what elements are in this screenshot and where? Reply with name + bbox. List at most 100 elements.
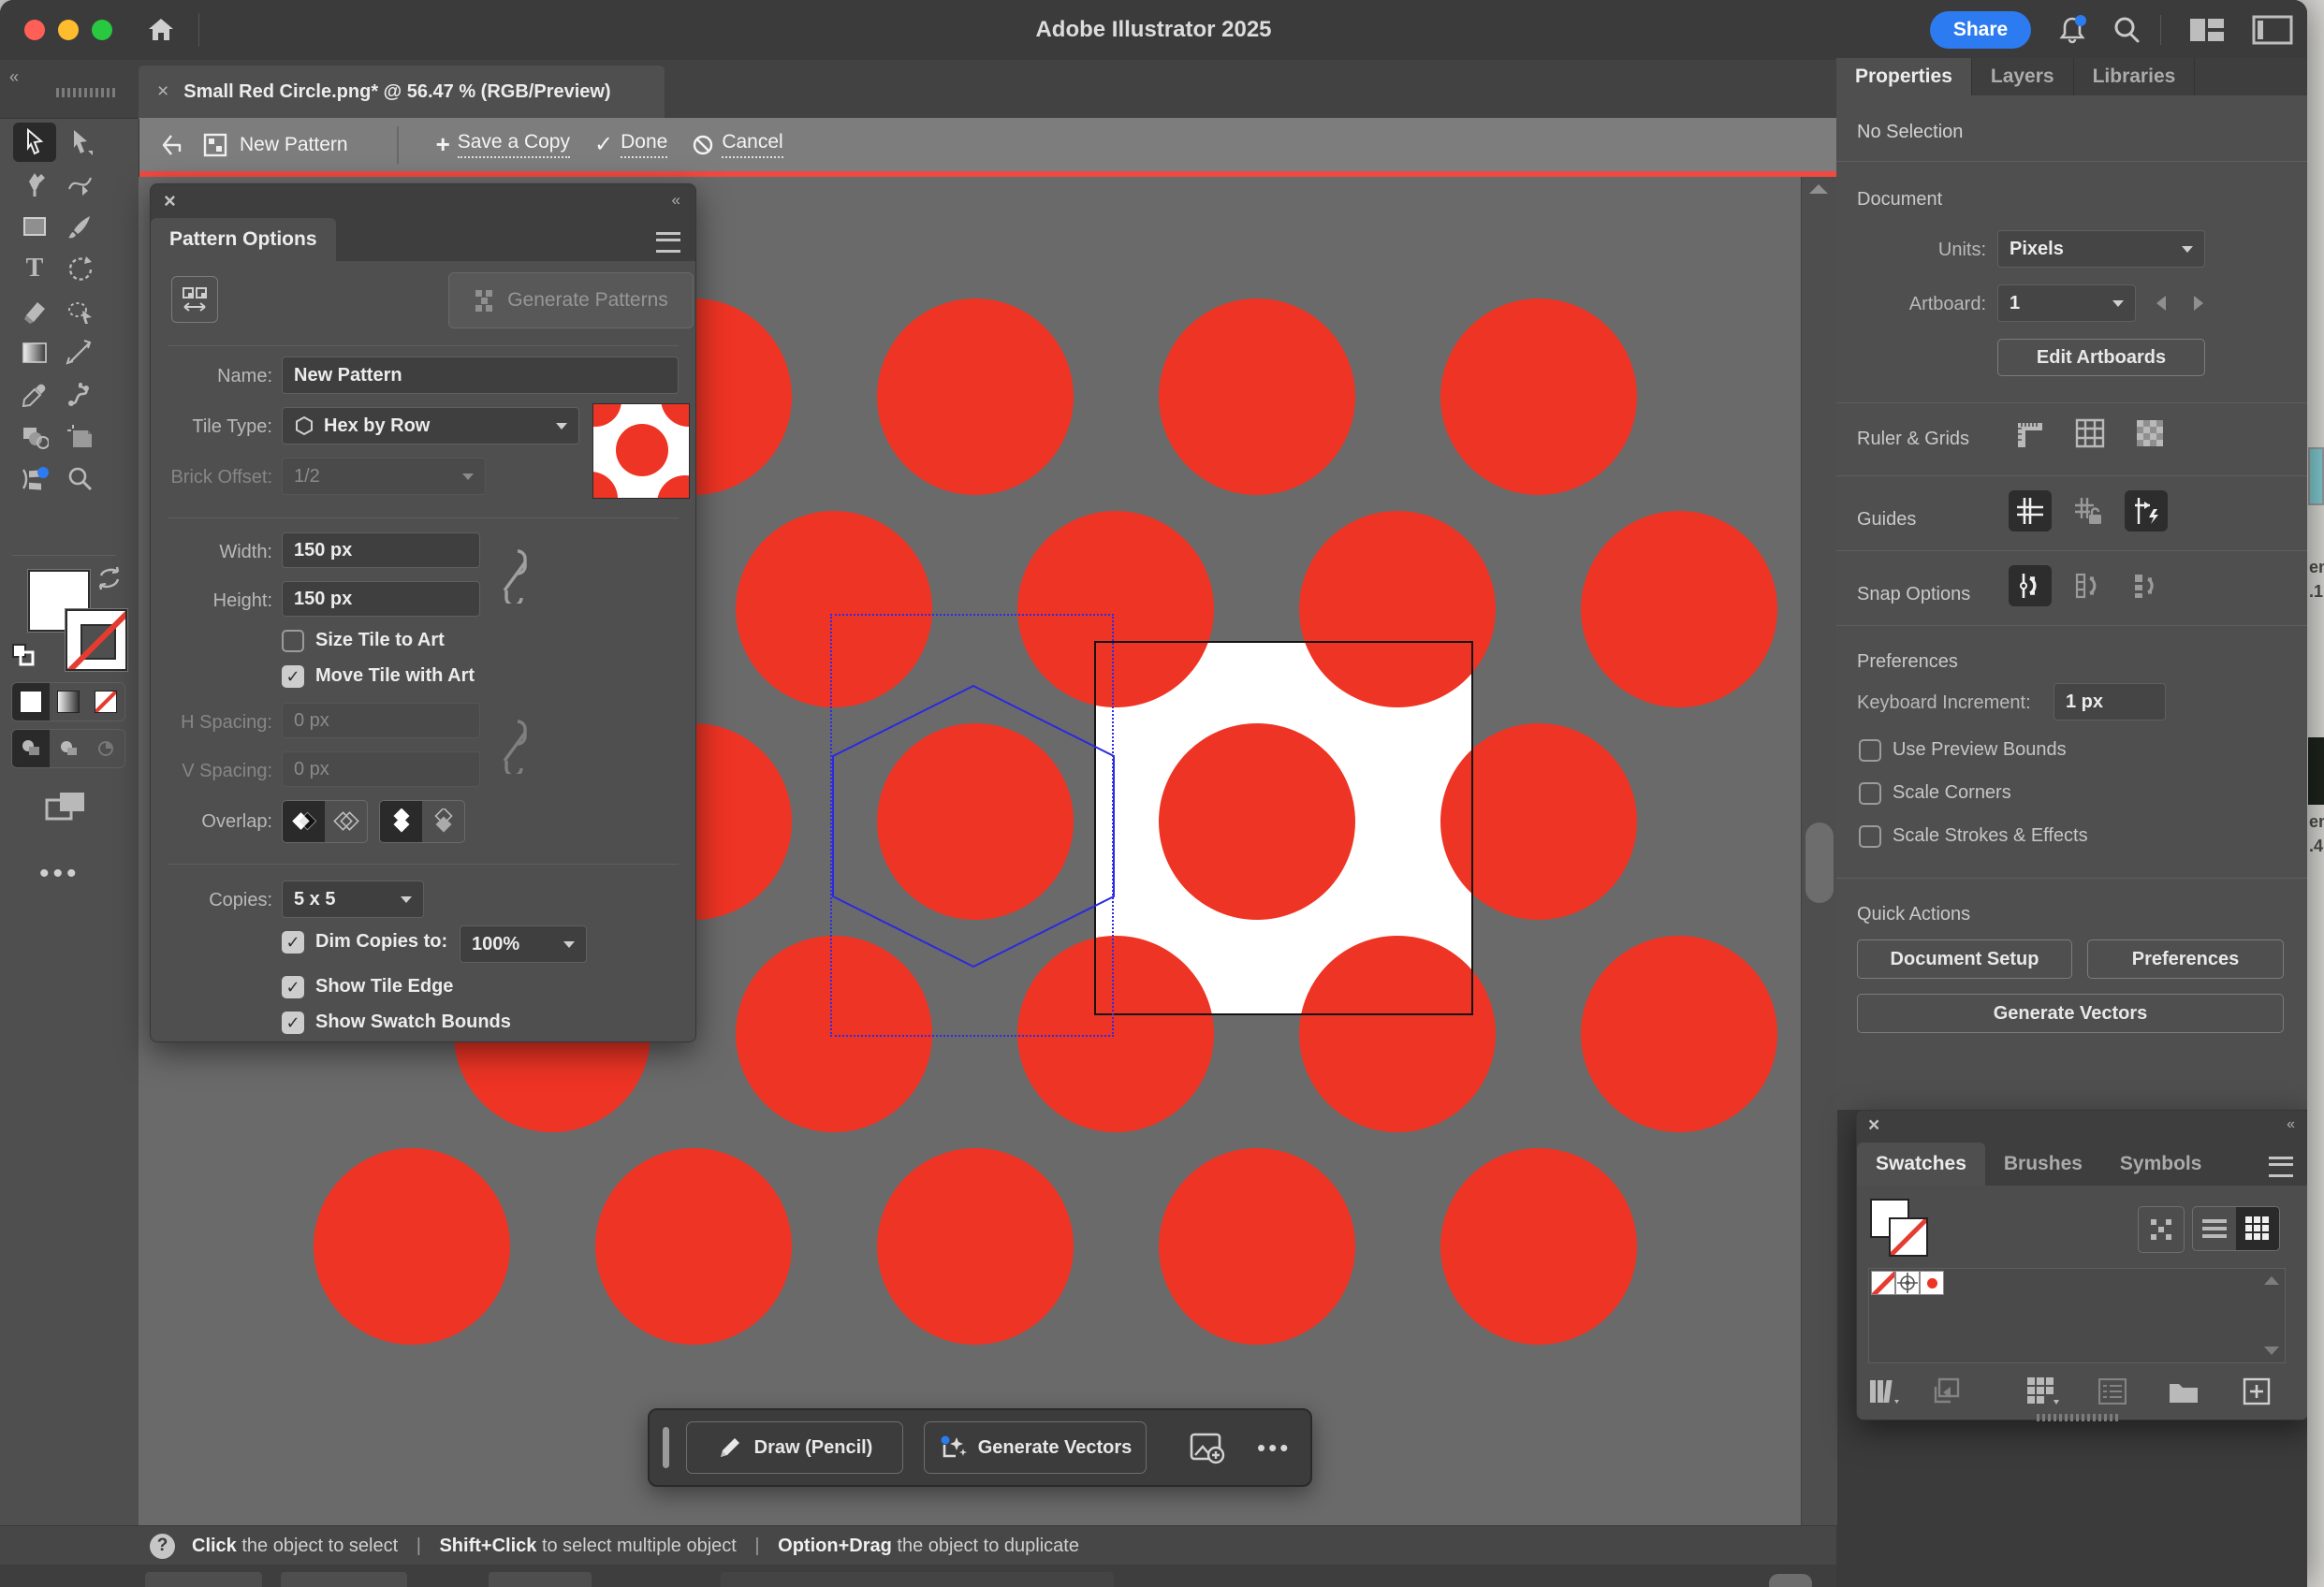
new-color-group-icon[interactable] <box>2168 1378 2200 1405</box>
dim-copies-checkbox[interactable]: ✓ <box>282 931 304 954</box>
search-icon[interactable] <box>2110 13 2143 47</box>
scale-corners-checkbox[interactable] <box>1859 782 1881 805</box>
panel-close-icon[interactable]: × <box>1868 1114 1879 1137</box>
swatch-kinds-menu-icon[interactable] <box>2027 1377 2061 1405</box>
none-mode-button[interactable] <box>87 683 124 721</box>
status-display-control[interactable] <box>721 1572 1114 1587</box>
preferences-button[interactable]: Preferences <box>2087 939 2284 979</box>
color-mode-button[interactable] <box>12 683 50 721</box>
new-swatch-icon[interactable] <box>2243 1377 2271 1405</box>
draw-behind-mode-button[interactable] <box>50 730 87 767</box>
draw-normal-mode-button[interactable] <box>12 730 50 767</box>
generate-vectors-button[interactable]: Generate Vectors <box>924 1421 1147 1474</box>
tab-properties[interactable]: Properties <box>1836 58 1971 95</box>
contextual-task-bar[interactable]: Draw (Pencil) Generate Vectors ••• <box>648 1408 1312 1487</box>
show-swatch-kinds-button[interactable] <box>2138 1206 2185 1253</box>
show-grid-icon[interactable] <box>2072 415 2108 451</box>
width-tool-icon[interactable] <box>58 333 101 372</box>
overlap-top-in-front-button[interactable] <box>380 801 422 842</box>
notifications-bell-icon[interactable] <box>2055 13 2089 47</box>
grid-view-button[interactable] <box>2236 1207 2279 1250</box>
units-select[interactable]: Pixels <box>1997 230 2205 268</box>
panel-menu-icon[interactable] <box>656 232 680 253</box>
move-tile-with-art-checkbox[interactable]: ✓ <box>282 665 304 688</box>
cancel-button[interactable]: Cancel <box>692 131 782 158</box>
rectangle-tool-icon[interactable] <box>13 207 56 246</box>
zoom-tool-icon[interactable] <box>58 459 101 499</box>
exit-pattern-mode-icon[interactable] <box>159 131 187 159</box>
puppet-warp-tool-icon[interactable] <box>58 375 101 415</box>
edit-toolbar-ellipsis-icon[interactable]: ••• <box>39 858 80 890</box>
show-guides-button[interactable] <box>2009 490 2052 531</box>
swatch-none[interactable] <box>1871 1271 1895 1295</box>
document-tab[interactable]: × Small Red Circle.png* @ 56.47 % (RGB/P… <box>139 66 665 118</box>
overlap-bottom-in-front-button[interactable] <box>422 801 464 842</box>
taskbar-drag-handle[interactable] <box>663 1427 669 1468</box>
unlink-dimensions-icon[interactable] <box>497 546 534 604</box>
document-setup-button[interactable]: Document Setup <box>1857 939 2072 979</box>
pattern-tile[interactable] <box>1094 641 1473 1015</box>
swatch-options-icon[interactable] <box>2098 1378 2127 1405</box>
tile-type-select[interactable]: Hex by Row <box>282 407 579 444</box>
magic-selection-tool-icon[interactable] <box>58 291 101 330</box>
next-artboard-icon[interactable] <box>2194 296 2203 311</box>
pattern-options-tab[interactable]: Pattern Options <box>151 218 336 261</box>
generate-vectors-quick-button[interactable]: Generate Vectors <box>1857 994 2284 1033</box>
smart-guides-button[interactable] <box>2125 490 2168 531</box>
generate-patterns-button[interactable]: Generate Patterns <box>448 272 694 328</box>
swap-fill-stroke-icon[interactable] <box>95 566 124 590</box>
swatch-red-circle-pattern[interactable] <box>1920 1271 1944 1295</box>
swatch-scroll-up-icon[interactable] <box>2264 1276 2279 1285</box>
copies-select[interactable]: 5 x 5 <box>282 881 424 918</box>
swatch-registration[interactable] <box>1895 1271 1920 1295</box>
show-swatch-bounds-checkbox[interactable]: ✓ <box>282 1012 304 1034</box>
screen-mode-icon[interactable] <box>45 791 86 824</box>
gradient-tool-icon[interactable] <box>13 333 56 372</box>
keyboard-increment-input[interactable]: 1 px <box>2054 683 2166 721</box>
edit-artboards-button[interactable]: Edit Artboards <box>1997 339 2205 376</box>
share-button[interactable]: Share <box>1930 11 2031 49</box>
size-tile-to-art-checkbox[interactable] <box>282 630 304 652</box>
previous-artboard-icon[interactable] <box>2156 296 2166 311</box>
artboard-tool-icon[interactable] <box>58 417 101 457</box>
taskbar-more-icon[interactable]: ••• <box>1257 1434 1291 1463</box>
scrollbar-thumb[interactable] <box>1805 823 1834 903</box>
gradient-mode-button[interactable] <box>50 683 87 721</box>
perspective-grid-tool-icon[interactable] <box>13 459 56 499</box>
default-fill-stroke-icon[interactable] <box>11 643 36 667</box>
scale-strokes-effects-checkbox[interactable] <box>1859 825 1881 848</box>
tab-swatches[interactable]: Swatches <box>1857 1143 1985 1186</box>
add-to-library-icon[interactable] <box>1932 1377 1962 1405</box>
zoom-level-control[interactable] <box>145 1572 262 1587</box>
workspace-switcher-icon[interactable] <box>2188 15 2226 45</box>
generate-image-icon[interactable] <box>1190 1431 1225 1464</box>
tab-brushes[interactable]: Brushes <box>1985 1143 2101 1186</box>
bottom-scroll-thumb[interactable] <box>1769 1574 1812 1587</box>
pattern-name-input[interactable]: New Pattern <box>282 357 679 394</box>
canvas-scrollbar[interactable] <box>1801 177 1837 1525</box>
pattern-tile-tool-button[interactable] <box>171 276 218 323</box>
artboard-select[interactable]: 1 <box>1997 284 2136 322</box>
rotate-tool-icon[interactable] <box>58 249 101 288</box>
panel-close-icon[interactable]: × <box>164 189 176 213</box>
rotation-control[interactable] <box>281 1572 407 1587</box>
toolbar-collapse-icon[interactable]: « <box>9 67 21 87</box>
save-a-copy-button[interactable]: + Save a Copy <box>436 130 570 159</box>
direct-selection-tool-icon[interactable] <box>58 123 101 162</box>
artboard-nav-control[interactable] <box>489 1572 592 1587</box>
help-icon[interactable]: ? <box>150 1534 175 1559</box>
tab-layers[interactable]: Layers <box>1971 58 2073 95</box>
shape-builder-tool-icon[interactable] <box>13 417 56 457</box>
snap-to-point-button[interactable] <box>2009 565 2052 606</box>
stroke-swatch[interactable] <box>66 609 127 671</box>
show-tile-edge-checkbox[interactable]: ✓ <box>282 976 304 998</box>
panel-collapse-icon[interactable]: « <box>2287 1116 2297 1133</box>
scroll-up-chevron-icon[interactable] <box>1809 184 1828 194</box>
pen-tool-icon[interactable] <box>13 165 56 204</box>
toolbar-drag-dots[interactable] <box>56 88 116 97</box>
show-rulers-icon[interactable] <box>2012 415 2048 451</box>
tab-close-icon[interactable]: × <box>157 80 168 103</box>
stroke-proxy-swatch[interactable] <box>1889 1217 1928 1257</box>
show-transparency-grid-icon[interactable] <box>2132 415 2168 451</box>
eyedropper-tool-icon[interactable] <box>13 375 56 415</box>
